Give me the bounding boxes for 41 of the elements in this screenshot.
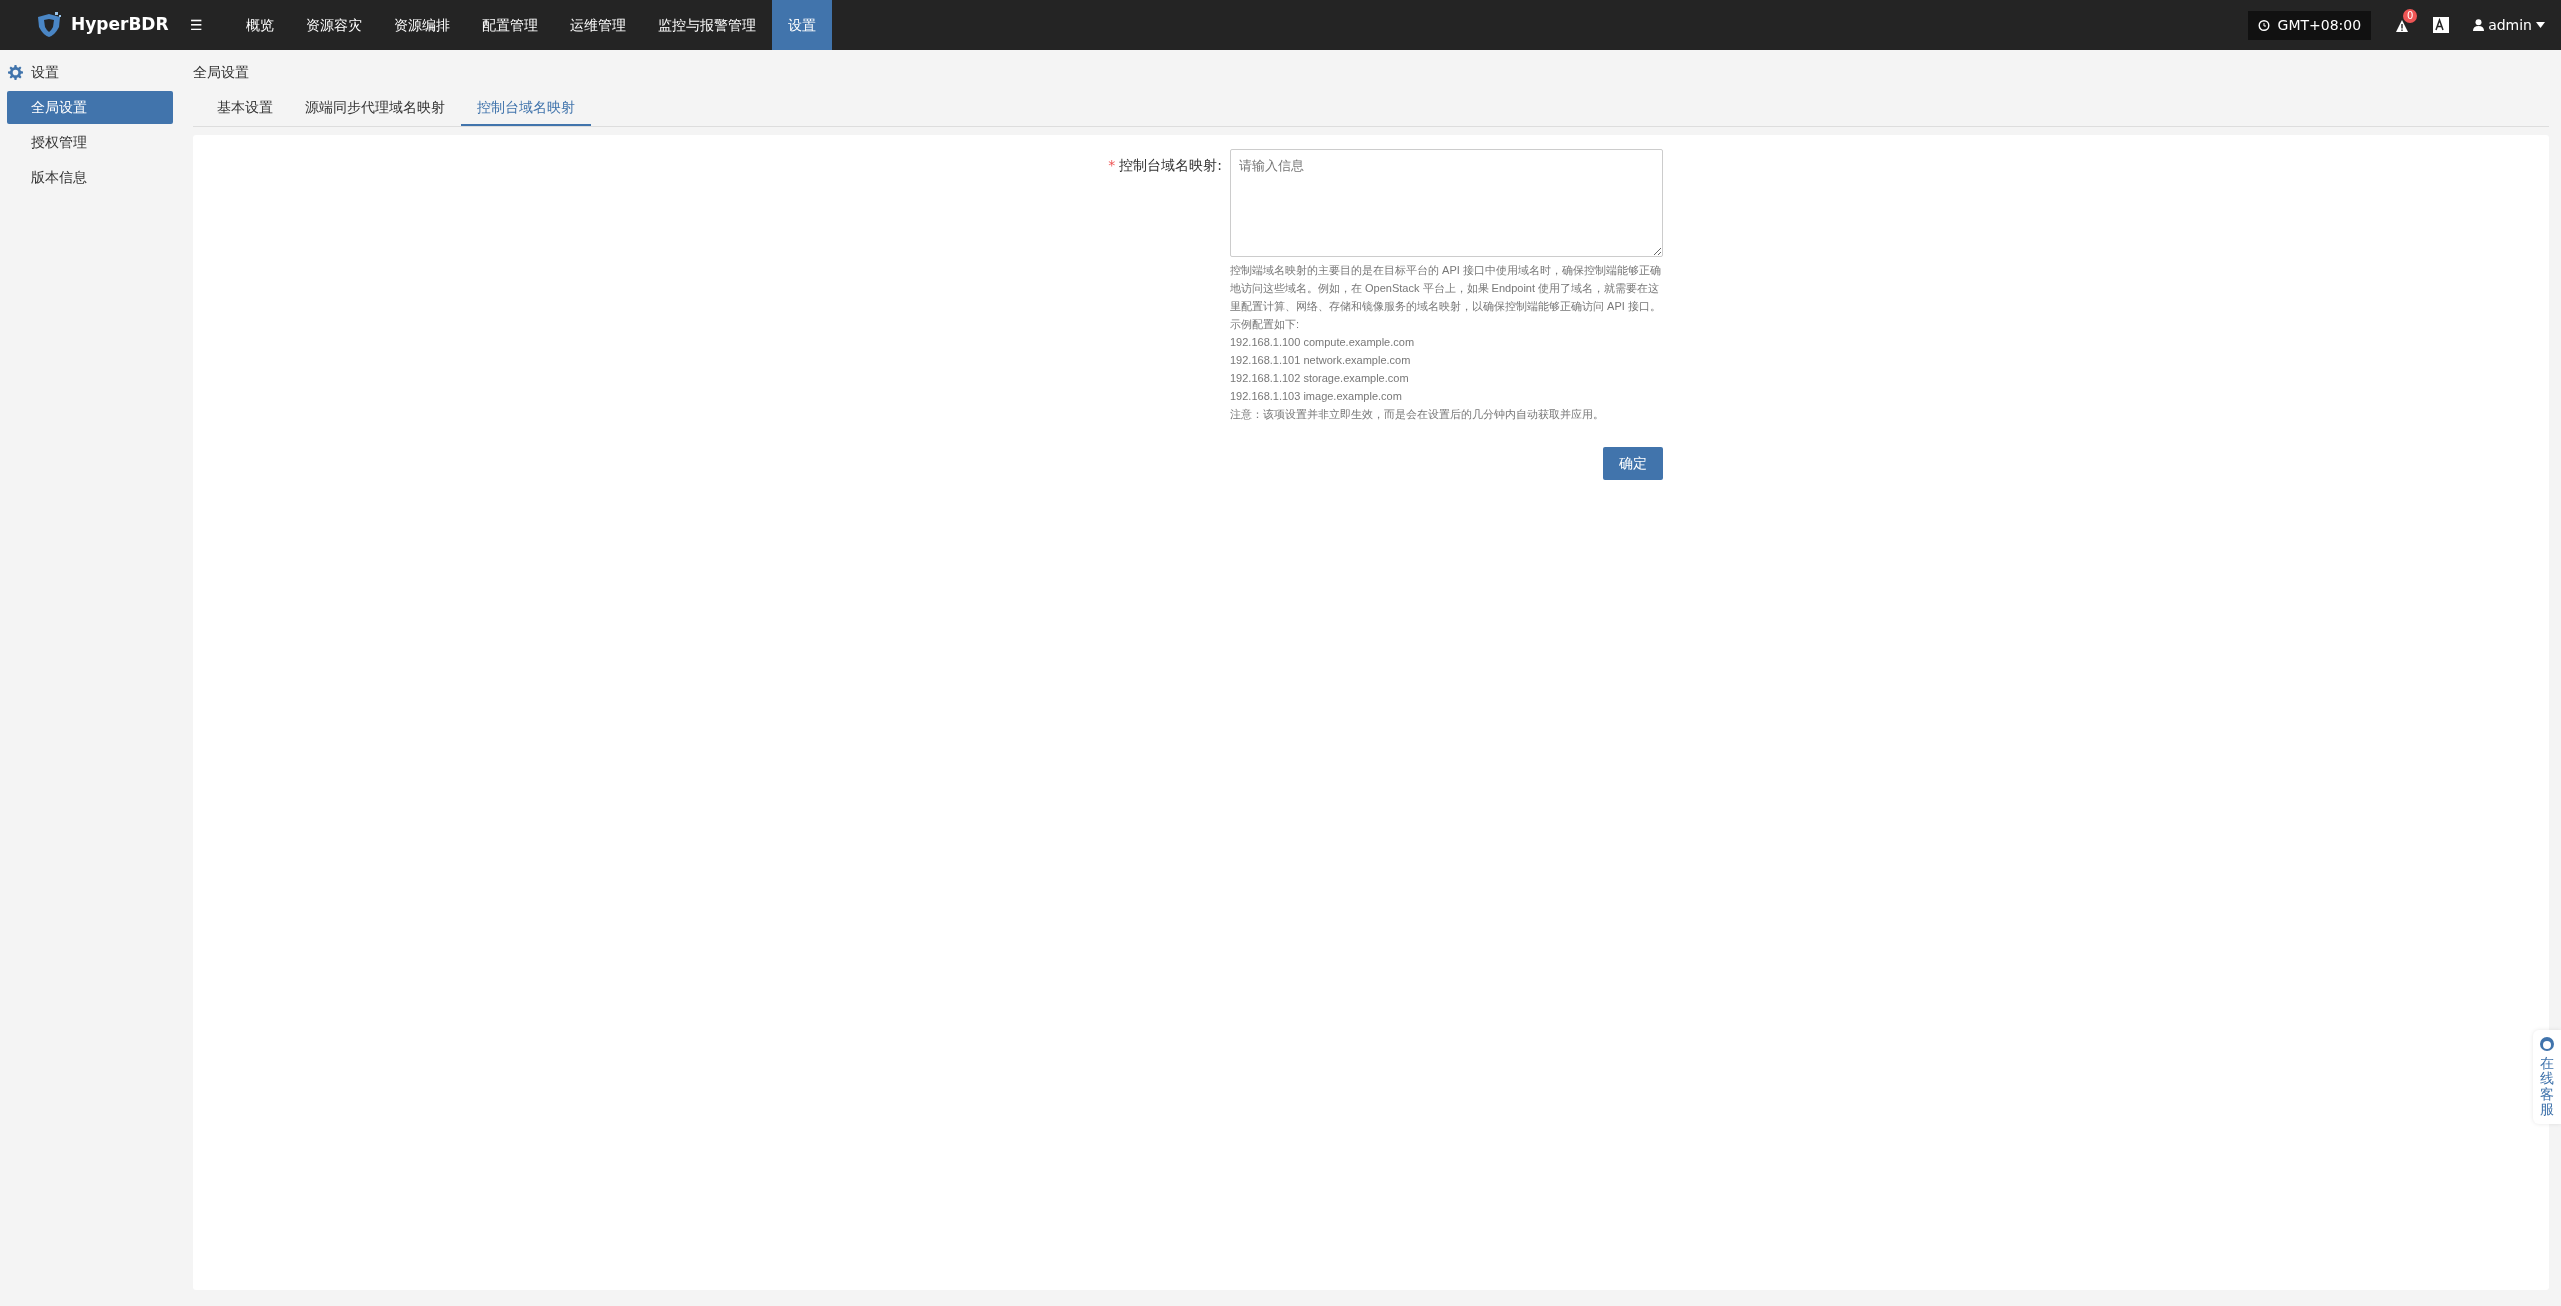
tab[interactable]: 控制台域名映射 [461,91,591,126]
nav-tab[interactable]: 概览 [230,0,290,50]
nav-tab[interactable]: 资源编排 [378,0,466,50]
gear-icon [8,65,23,80]
nav-tab[interactable]: 运维管理 [554,0,642,50]
help-text: 示例配置如下: [1230,317,1301,332]
confirm-button[interactable]: 确定 [1603,447,1663,480]
shield-logo-icon [35,11,63,39]
brand-name: HyperBDR [71,13,169,37]
alert-icon[interactable] [2395,18,2410,33]
nav-tab[interactable]: 配置管理 [466,0,554,50]
chat-label: 在线客服 [2540,1056,2554,1118]
alert-count-badge: 0 [2403,8,2418,23]
sidebar-title: 设置 [31,63,59,82]
tab[interactable]: 基本设置 [201,91,289,126]
sidebar-item[interactable]: 授权管理 [7,126,173,159]
tab[interactable]: 源端同步代理域名映射 [289,91,461,126]
help-text: 192.168.1.102 storage.example.com [1230,371,1410,386]
required-mark: * [1108,157,1116,173]
chat-widget[interactable]: 在线客服 [2533,1030,2561,1124]
help-text: 注意：该项设置并非立即生效，而是会在设置后的几分钟内自动获取并应用。 [1230,407,1605,422]
help-text: 控制端域名映射的主要目的是在目标平台的 API 接口中使用域名时，确保控制端能够正确地访问这些域名。例如，在 OpenStack 平台上，如果 Endpoint 使用了域名，就需要在这里配置计算、网络、存储和镜像服务的域名映射，以确保控制端能够正确访问 API 接口。 [1230,263,1662,314]
nav-tab[interactable]: 设置 [772,0,832,50]
sidebar-item[interactable]: 版本信息 [7,161,173,194]
user-name: admin [2488,15,2532,35]
help-text: 192.168.1.103 image.example.com [1230,389,1403,404]
user-icon [2473,19,2485,31]
page-title: 全局设置 [193,63,250,82]
nav-tab[interactable]: 资源容灾 [290,0,378,50]
input-field[interactable]: 请输入信息 [1230,149,1663,257]
help-text: 192.168.1.101 network.example.com [1230,353,1412,368]
clock-icon [2257,19,2270,31]
caret-icon [2536,22,2545,28]
field-label: 控制台域名映射: [1119,157,1222,173]
sidebar-item[interactable]: 全局设置 [7,91,173,124]
user-menu[interactable]: admin [2473,0,2545,50]
timezone-text: GMT+08:00 [2277,15,2362,35]
help-text: 192.168.1.100 compute.example.com [1230,335,1416,350]
timezone-button[interactable]: GMT+08:00 [2247,10,2372,40]
translate-icon[interactable] [2433,17,2450,33]
nav-tab[interactable]: 监控与报警管理 [642,0,772,50]
